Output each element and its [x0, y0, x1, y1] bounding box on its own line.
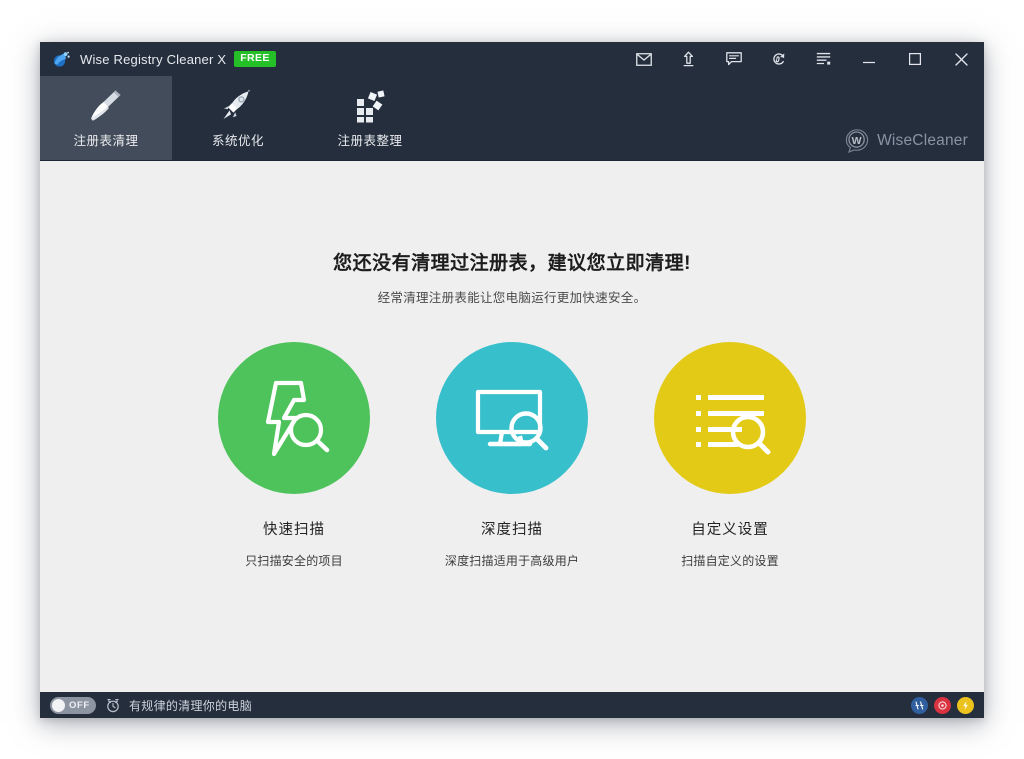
tray-icons — [911, 697, 974, 714]
brand-logo: W WiseCleaner — [844, 128, 984, 160]
app-title: Wise Registry Cleaner X — [80, 52, 226, 67]
upgrade-arrow-icon[interactable] — [666, 42, 711, 76]
feedback-comment-icon[interactable] — [711, 42, 756, 76]
tab-label: 注册表清理 — [73, 130, 138, 149]
scan-option-title: 快速扫描 — [263, 518, 325, 539]
deep-scan-button[interactable] — [436, 342, 588, 494]
scan-option-custom[interactable]: 自定义设置 扫描自定义的设置 — [621, 342, 839, 569]
lightning-search-icon — [246, 370, 342, 466]
edition-badge: FREE — [234, 51, 276, 67]
close-button[interactable] — [938, 42, 984, 76]
main-content: 您还没有清理过注册表，建议您立即清理! 经常清理注册表能让您电脑运行更加快速安全… — [40, 160, 984, 692]
application-window: Wise Registry Cleaner X FREE — [40, 42, 984, 718]
scan-option-title: 深度扫描 — [481, 518, 543, 539]
schedule-toggle[interactable]: OFF — [50, 697, 96, 714]
tab-registry-cleaner[interactable]: 注册表清理 — [40, 76, 172, 160]
broom-icon — [85, 85, 127, 129]
nav-tab-bar: 注册表清理 系统优化 — [40, 76, 984, 160]
brand-name: WiseCleaner — [877, 132, 968, 150]
scan-option-description: 扫描自定义的设置 — [681, 552, 779, 569]
tab-label: 注册表整理 — [337, 130, 402, 149]
tray-badge-yellow[interactable] — [957, 697, 974, 714]
tab-label: 系统优化 — [212, 130, 264, 149]
mail-icon[interactable] — [621, 42, 666, 76]
tab-system-tuneup[interactable]: 系统优化 — [172, 76, 304, 160]
schedule-text: 有规律的清理你的电脑 — [129, 697, 252, 714]
scan-option-quick[interactable]: 快速扫描 只扫描安全的项目 — [185, 342, 403, 569]
scan-options-row: 快速扫描 只扫描安全的项目 深度扫描 深度扫描适用于高级用户 — [40, 342, 984, 569]
scan-option-description: 深度扫描适用于高级用户 — [445, 552, 579, 569]
page-subheadline: 经常清理注册表能让您电脑运行更加快速安全。 — [40, 287, 984, 306]
custom-settings-button[interactable] — [654, 342, 806, 494]
alarm-clock-icon[interactable] — [106, 698, 120, 713]
status-bar: OFF 有规律的清理你的电脑 — [40, 692, 984, 718]
page-headline: 您还没有清理过注册表，建议您立即清理! — [40, 161, 984, 275]
tray-badge-red[interactable] — [934, 697, 951, 714]
title-bar: Wise Registry Cleaner X FREE — [40, 42, 984, 76]
monitor-search-icon — [464, 370, 560, 466]
scan-option-title: 自定义设置 — [691, 518, 769, 539]
minimize-button[interactable] — [846, 42, 892, 76]
tray-badge-blue[interactable] — [911, 697, 928, 714]
maximize-button[interactable] — [892, 42, 938, 76]
rocket-icon — [217, 85, 259, 129]
svg-text:W: W — [852, 135, 862, 147]
wisecleaner-logo-icon: W — [844, 128, 870, 154]
quick-scan-button[interactable] — [218, 342, 370, 494]
toggle-knob — [52, 699, 65, 712]
blocks-icon — [349, 85, 391, 129]
titlebar-actions — [621, 42, 984, 76]
refresh-hand-icon[interactable] — [756, 42, 801, 76]
tab-registry-defrag[interactable]: 注册表整理 — [304, 76, 436, 160]
list-search-icon — [682, 370, 778, 466]
wise-registry-cleaner-app-icon — [53, 50, 71, 68]
toggle-state-label: OFF — [69, 700, 90, 711]
menu-list-icon[interactable] — [801, 42, 846, 76]
scan-option-description: 只扫描安全的项目 — [245, 552, 343, 569]
scan-option-deep[interactable]: 深度扫描 深度扫描适用于高级用户 — [403, 342, 621, 569]
